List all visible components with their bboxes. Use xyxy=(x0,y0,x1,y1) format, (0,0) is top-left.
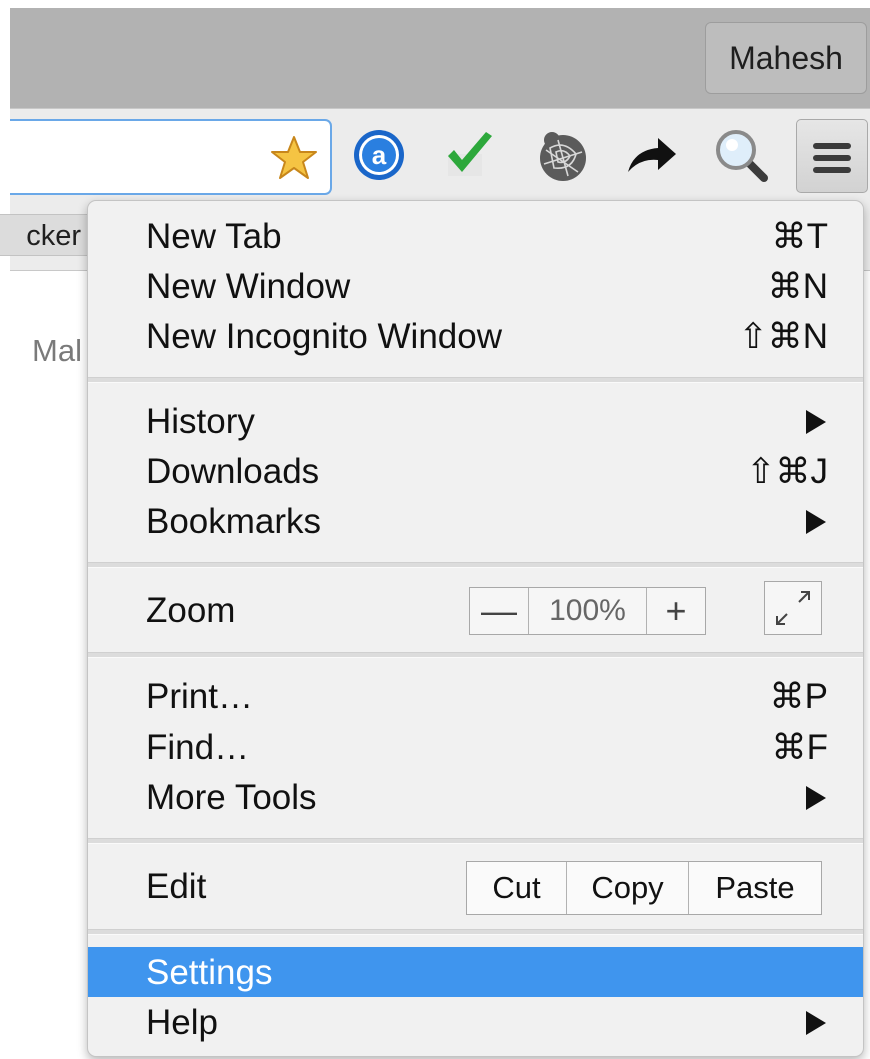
zoom-out-button[interactable]: — xyxy=(470,588,528,634)
menu-item-label: New Incognito Window xyxy=(146,317,502,356)
menu-item-help[interactable]: Help xyxy=(88,997,863,1047)
menu-item-downloads[interactable]: Downloads ⇧⌘J xyxy=(88,446,863,496)
menu-item-label: Find… xyxy=(146,728,250,767)
menu-item-more-tools[interactable]: More Tools xyxy=(88,772,863,822)
zoom-in-button[interactable]: + xyxy=(647,588,705,634)
page-text-fragment: Mal xyxy=(32,333,82,368)
chrome-menu: New Tab ⌘T New Window ⌘N New Incognito W… xyxy=(87,200,864,1057)
menu-item-history[interactable]: History xyxy=(88,396,863,446)
shortcut-label: ⌘N xyxy=(767,267,828,306)
menu-item-new-tab[interactable]: New Tab ⌘T xyxy=(88,211,863,261)
submenu-arrow-icon xyxy=(806,1011,826,1035)
checkmark-icon[interactable] xyxy=(442,128,496,182)
menu-separator xyxy=(88,652,863,658)
menu-separator xyxy=(88,838,863,844)
shortcut-label: ⇧⌘N xyxy=(738,317,828,356)
bookmark-item[interactable]: cker xyxy=(0,214,92,256)
menu-item-new-incognito-window[interactable]: New Incognito Window ⇧⌘N xyxy=(88,311,863,361)
cut-button[interactable]: Cut xyxy=(467,862,567,914)
share-arrow-icon[interactable] xyxy=(624,128,678,182)
profile-button[interactable]: Mahesh xyxy=(705,22,867,94)
menu-item-label: Bookmarks xyxy=(146,502,322,541)
menu-separator xyxy=(88,377,863,383)
menu-item-label: New Window xyxy=(146,267,351,306)
svg-text:a: a xyxy=(372,140,387,170)
menu-item-print[interactable]: Print… ⌘P xyxy=(88,671,863,721)
amazon-assistant-icon[interactable]: a xyxy=(352,128,406,182)
omnibox[interactable] xyxy=(10,119,332,195)
zoom-level: 100% xyxy=(528,588,647,634)
menu-item-label: Edit xyxy=(146,867,207,906)
zoom-controls: — 100% + xyxy=(469,587,706,635)
toolbar: a xyxy=(10,108,870,201)
copy-button[interactable]: Copy xyxy=(567,862,689,914)
menu-separator xyxy=(88,562,863,568)
shortcut-label: ⌘P xyxy=(769,677,828,716)
menu-item-label: Zoom xyxy=(146,591,236,630)
menu-item-new-window[interactable]: New Window ⌘N xyxy=(88,261,863,311)
hamburger-bar xyxy=(813,167,851,173)
fullscreen-icon xyxy=(776,591,810,625)
menu-item-settings[interactable]: Settings xyxy=(88,947,863,997)
menu-item-edit: Edit Cut Copy Paste xyxy=(88,849,863,927)
spider-web-icon[interactable] xyxy=(534,128,588,182)
menu-item-label: More Tools xyxy=(146,778,317,817)
edit-controls: Cut Copy Paste xyxy=(466,861,822,915)
magnifier-icon[interactable] xyxy=(714,128,768,182)
hamburger-bar xyxy=(813,155,851,161)
shortcut-label: ⌘F xyxy=(771,728,828,767)
menu-item-label: Help xyxy=(146,1003,218,1042)
menu-separator xyxy=(88,929,863,935)
menu-item-label: Print… xyxy=(146,677,253,716)
shortcut-label: ⌘T xyxy=(771,217,828,256)
menu-item-label: Settings xyxy=(146,953,273,992)
fullscreen-button[interactable] xyxy=(764,581,822,635)
bookmark-star-icon[interactable] xyxy=(270,135,318,181)
menu-item-label: Downloads xyxy=(146,452,320,491)
menu-item-label: History xyxy=(146,402,255,441)
menu-item-bookmarks[interactable]: Bookmarks xyxy=(88,496,863,546)
menu-hamburger-button[interactable] xyxy=(796,119,868,193)
hamburger-bar xyxy=(813,143,851,149)
menu-item-label: New Tab xyxy=(146,217,282,256)
shortcut-label: ⇧⌘J xyxy=(746,452,828,491)
menu-item-zoom: Zoom — 100% + xyxy=(88,581,863,641)
menu-item-find[interactable]: Find… ⌘F xyxy=(88,722,863,772)
submenu-arrow-icon xyxy=(806,510,826,534)
paste-button[interactable]: Paste xyxy=(689,862,821,914)
submenu-arrow-icon xyxy=(806,410,826,434)
submenu-arrow-icon xyxy=(806,786,826,810)
